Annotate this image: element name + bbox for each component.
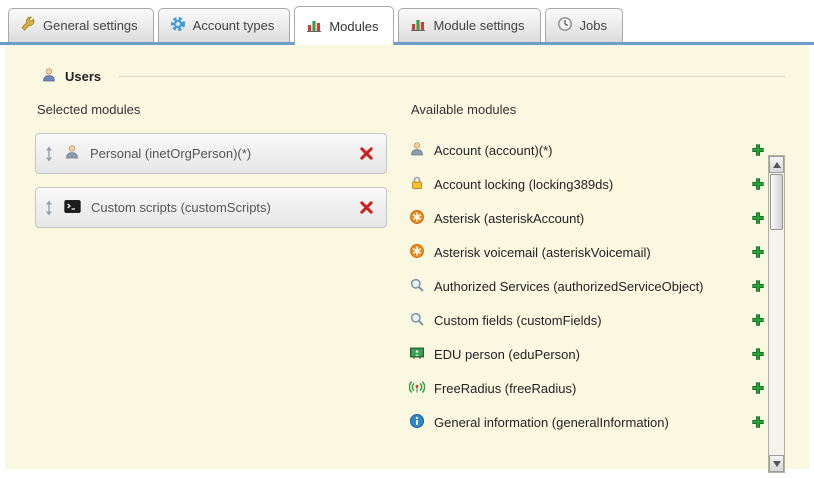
- tab-label: Jobs: [580, 18, 607, 33]
- section-heading-users: Users: [5, 45, 809, 92]
- remove-module-button[interactable]: [359, 200, 374, 215]
- modules-icon: [410, 16, 426, 35]
- available-module-row: FreeRadius (freeRadius): [409, 371, 765, 405]
- edu-person-icon: [409, 345, 425, 364]
- available-module-row: Authorized Services (authorizedServiceOb…: [409, 269, 765, 303]
- available-module-row: EDU person (eduPerson): [409, 337, 765, 371]
- lock-icon: [409, 175, 425, 194]
- available-module-label: Authorized Services (authorizedServiceOb…: [434, 279, 751, 294]
- selected-modules-column: Selected modules Personal (inetOrgPerson…: [35, 98, 387, 439]
- add-module-button[interactable]: [751, 347, 765, 361]
- available-module-label: Account (account)(*): [434, 143, 751, 158]
- drag-handle-icon[interactable]: [44, 200, 54, 216]
- search-icon: [409, 277, 425, 296]
- add-module-button[interactable]: [751, 279, 765, 293]
- info-icon: [409, 413, 425, 432]
- add-module-button[interactable]: [751, 381, 765, 395]
- available-module-row: Custom fields (customFields): [409, 303, 765, 337]
- person-icon: [64, 144, 80, 163]
- section-divider: [119, 76, 785, 77]
- modules-icon: [306, 17, 322, 36]
- scroll-down-icon[interactable]: [769, 455, 784, 472]
- selected-module-label: Custom scripts (customScripts): [91, 200, 359, 215]
- add-module-button[interactable]: [751, 245, 765, 259]
- tab-jobs[interactable]: Jobs: [545, 8, 623, 42]
- selected-module-row[interactable]: Custom scripts (customScripts): [35, 187, 387, 228]
- available-module-label: Account locking (locking389ds): [434, 177, 751, 192]
- add-module-button[interactable]: [751, 177, 765, 191]
- selected-module-row[interactable]: Personal (inetOrgPerson)(*): [35, 133, 387, 174]
- person-icon: [409, 141, 425, 160]
- tab-label: Modules: [329, 19, 378, 34]
- user-icon: [41, 67, 57, 86]
- section-title: Users: [65, 69, 101, 84]
- modules-panel: Users Selected modules Personal (inetOrg…: [5, 45, 809, 469]
- add-module-button[interactable]: [751, 415, 765, 429]
- available-module-row: Asterisk (asteriskAccount): [409, 201, 765, 235]
- available-module-row: Asterisk voicemail (asteriskVoicemail): [409, 235, 765, 269]
- terminal-icon: [64, 199, 81, 217]
- available-module-label: Custom fields (customFields): [434, 313, 751, 328]
- available-module-label: Asterisk (asteriskAccount): [434, 211, 751, 226]
- available-modules-heading: Available modules: [411, 102, 765, 117]
- add-module-button[interactable]: [751, 313, 765, 327]
- tab-account-types[interactable]: Account types: [158, 8, 291, 42]
- add-module-button[interactable]: [751, 143, 765, 157]
- tab-bar: General settings Account types Modules M…: [0, 0, 814, 45]
- asterisk-icon: [409, 209, 425, 228]
- available-module-label: EDU person (eduPerson): [434, 347, 751, 362]
- tab-label: Module settings: [433, 18, 524, 33]
- tab-label: General settings: [43, 18, 138, 33]
- scroll-up-icon[interactable]: [769, 156, 784, 173]
- tab-label: Account types: [193, 18, 275, 33]
- tab-modules[interactable]: Modules: [294, 6, 394, 45]
- selected-modules-heading: Selected modules: [37, 102, 387, 117]
- scrollbar[interactable]: [768, 155, 785, 473]
- available-modules-column: Available modules Account (account)(*) A…: [409, 98, 765, 439]
- available-module-label: FreeRadius (freeRadius): [434, 381, 751, 396]
- available-module-row: General information (generalInformation): [409, 405, 765, 439]
- asterisk-icon: [409, 243, 425, 262]
- available-module-label: Asterisk voicemail (asteriskVoicemail): [434, 245, 751, 260]
- wrench-icon: [20, 16, 36, 35]
- tab-module-settings[interactable]: Module settings: [398, 8, 540, 42]
- tab-general-settings[interactable]: General settings: [8, 8, 154, 42]
- selected-module-label: Personal (inetOrgPerson)(*): [90, 146, 359, 161]
- gear-icon: [170, 16, 186, 35]
- remove-module-button[interactable]: [359, 146, 374, 161]
- available-module-label: General information (generalInformation): [434, 415, 751, 430]
- antenna-icon: [409, 379, 425, 398]
- clock-icon: [557, 16, 573, 35]
- available-module-row: Account (account)(*): [409, 133, 765, 167]
- drag-handle-icon[interactable]: [44, 146, 54, 162]
- available-module-row: Account locking (locking389ds): [409, 167, 765, 201]
- add-module-button[interactable]: [751, 211, 765, 225]
- search-icon: [409, 311, 425, 330]
- scrollbar-thumb[interactable]: [770, 174, 783, 230]
